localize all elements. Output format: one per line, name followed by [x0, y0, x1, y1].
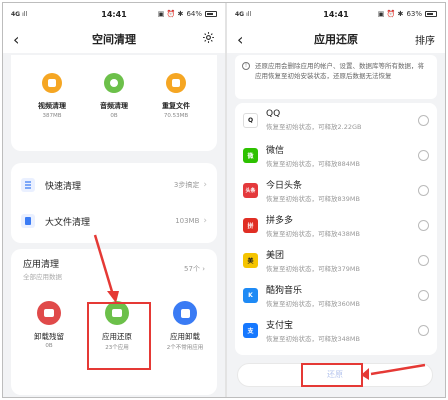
pinduoduo-icon: 拼	[243, 217, 258, 233]
list-item[interactable]: Q QQ 恢复至初始状态，可释放2.22GB	[235, 105, 437, 135]
list-item[interactable]: 支 支付宝恢复至初始状态，可释放348MB	[235, 315, 437, 345]
app-uninstall-count: 2个不常用应用	[166, 345, 204, 351]
app-desc: 恢复至初始状态，可释放884MB	[266, 159, 360, 168]
chevron-right-icon: ›	[203, 216, 207, 226]
app-cleanup-subtitle: 全部应用数据	[23, 273, 62, 281]
sort-button[interactable]: 排序	[415, 32, 435, 47]
app-name: 今日头条	[266, 180, 303, 191]
select-radio[interactable]	[418, 289, 429, 301]
app-name: 微信	[266, 145, 285, 156]
app-name: 酷狗音乐	[266, 285, 303, 296]
residue-icon	[37, 301, 61, 325]
app-desc: 恢复至初始状态，可释放438MB	[266, 229, 360, 238]
space-cleanup-screen: 4G ıll 14:41 ▣ ⏰ ✱ 64% ‹ 空间清理 视频清理 387MB	[3, 3, 225, 397]
toutiao-icon: 头条	[243, 182, 258, 198]
app-name: QQ	[266, 109, 281, 119]
app-name: 支付宝	[266, 320, 294, 331]
duplicate-files-label: 重复文件	[162, 102, 190, 110]
alipay-icon: 支	[243, 322, 258, 338]
back-arrow-icon[interactable]: ‹	[237, 30, 255, 49]
app-uninstall-item[interactable]: 应用卸载 2个不常用应用	[157, 301, 213, 351]
app-cleanup-title: 应用清理	[23, 260, 60, 270]
battery-icon	[425, 11, 437, 17]
page-title: 空间清理	[92, 33, 136, 46]
audio-cleanup-size: 0B	[110, 113, 118, 119]
restore-notice: ! 还原应用会删除应用的帐户、设置、数据库等所有数据，将应用恢复至初始安装状态，…	[235, 55, 437, 99]
status-bar: 4G ıll 14:41 ▣ ⏰ ✱ 64%	[3, 3, 225, 25]
app-uninstall-icon	[173, 301, 197, 325]
battery-icon	[205, 11, 217, 17]
select-radio[interactable]	[418, 219, 429, 231]
settings-gear-icon[interactable]	[202, 31, 215, 47]
app-desc: 恢复至初始状态，可释放379MB	[266, 264, 360, 273]
app-desc: 恢复至初始状态，可释放2.22GB	[266, 123, 362, 131]
audio-cleanup-label: 音频清理	[100, 102, 128, 110]
video-cleanup-size: 387MB	[42, 113, 62, 119]
info-icon: !	[242, 62, 250, 70]
app-desc: 恢复至初始状态，可释放360MB	[266, 299, 360, 308]
app-name: 美团	[266, 250, 285, 261]
app-restore-screen: 4G ıll 14:41 ▣ ⏰ ✱ 63% ‹ 应用还原 排序 ! 还原应用会…	[227, 3, 445, 397]
large-file-clean-row[interactable]: 大文件清理 103MB ›	[11, 203, 217, 239]
cleanup-options-card: 快速清理 3步搞定 › 大文件清理 103MB ›	[11, 163, 217, 243]
app-cleanup-count-value: 57个	[184, 265, 200, 273]
video-cleanup-item[interactable]: 视频清理 387MB	[27, 73, 77, 119]
select-radio[interactable]	[418, 184, 429, 196]
wechat-icon: 微	[243, 147, 258, 163]
back-arrow-icon[interactable]: ‹	[13, 30, 31, 49]
residue-label: 卸载残留	[34, 332, 64, 341]
media-cleanup-card: 视频清理 387MB 音频清理 0B 重复文件 70.53MB	[11, 55, 217, 151]
list-item[interactable]: 拼 拼多多恢复至初始状态，可释放438MB	[235, 210, 437, 240]
status-bar: 4G ıll 14:41 ▣ ⏰ ✱ 63%	[227, 3, 445, 25]
audio-cleanup-item[interactable]: 音频清理 0B	[89, 73, 139, 119]
list-item[interactable]: 头条 今日头条恢复至初始状态，可释放839MB	[235, 175, 437, 205]
audio-icon	[104, 73, 124, 93]
status-time: 14:41	[101, 9, 127, 19]
uninstall-residue-item[interactable]: 卸载残留 0B	[21, 301, 77, 349]
select-radio[interactable]	[418, 254, 429, 266]
app-cleanup-count[interactable]: 57个 ›	[184, 264, 205, 274]
title-bar: ‹ 应用还原 排序	[227, 25, 445, 53]
quick-clean-value: 3步搞定	[173, 181, 200, 189]
list-item[interactable]: 美 美团恢复至初始状态，可释放379MB	[235, 245, 437, 275]
residue-size: 0B	[45, 343, 53, 349]
screenshot-frame: 4G ıll 14:41 ▣ ⏰ ✱ 64% ‹ 空间清理 视频清理 387MB	[2, 2, 446, 398]
video-icon	[42, 73, 62, 93]
select-radio[interactable]	[418, 149, 429, 161]
large-file-value: 103MB	[175, 217, 200, 225]
app-desc: 恢复至初始状态，可释放348MB	[266, 334, 360, 343]
app-desc: 恢复至初始状态，可释放839MB	[266, 194, 360, 203]
duplicate-files-item[interactable]: 重复文件 70.53MB	[151, 73, 201, 119]
list-item[interactable]: 微 微信恢复至初始状态，可释放884MB	[235, 140, 437, 170]
kugou-icon: K	[243, 287, 258, 303]
page-title: 应用还原	[314, 33, 358, 46]
select-radio[interactable]	[418, 324, 429, 336]
meituan-icon: 美	[243, 252, 258, 268]
app-list: Q QQ 恢复至初始状态，可释放2.22GB 微 微信恢复至初始状态，可释放884…	[235, 103, 437, 355]
restore-button[interactable]: 还原	[237, 363, 433, 387]
duplicate-files-size: 70.53MB	[163, 113, 189, 119]
chevron-right-icon: ›	[203, 180, 207, 190]
video-cleanup-label: 视频清理	[38, 102, 66, 110]
large-file-label: 大文件清理	[45, 217, 91, 228]
app-name: 拼多多	[266, 215, 294, 226]
large-file-icon	[21, 214, 35, 228]
list-item[interactable]: K 酷狗音乐恢复至初始状态，可释放360MB	[235, 280, 437, 310]
highlight-box	[87, 302, 151, 370]
quick-clean-row[interactable]: 快速清理 3步搞定 ›	[11, 167, 217, 203]
quick-clean-icon	[21, 178, 35, 192]
quick-clean-label: 快速清理	[45, 181, 82, 192]
qq-icon: Q	[243, 112, 258, 128]
title-bar: ‹ 空间清理	[3, 25, 225, 53]
app-uninstall-label: 应用卸载	[170, 332, 200, 341]
status-time: 14:41	[323, 9, 349, 19]
duplicate-files-icon	[166, 73, 186, 93]
select-radio[interactable]	[418, 114, 429, 126]
notice-text: 还原应用会删除应用的帐户、设置、数据库等所有数据，将应用恢复至初始安装状态，还原…	[255, 62, 424, 80]
